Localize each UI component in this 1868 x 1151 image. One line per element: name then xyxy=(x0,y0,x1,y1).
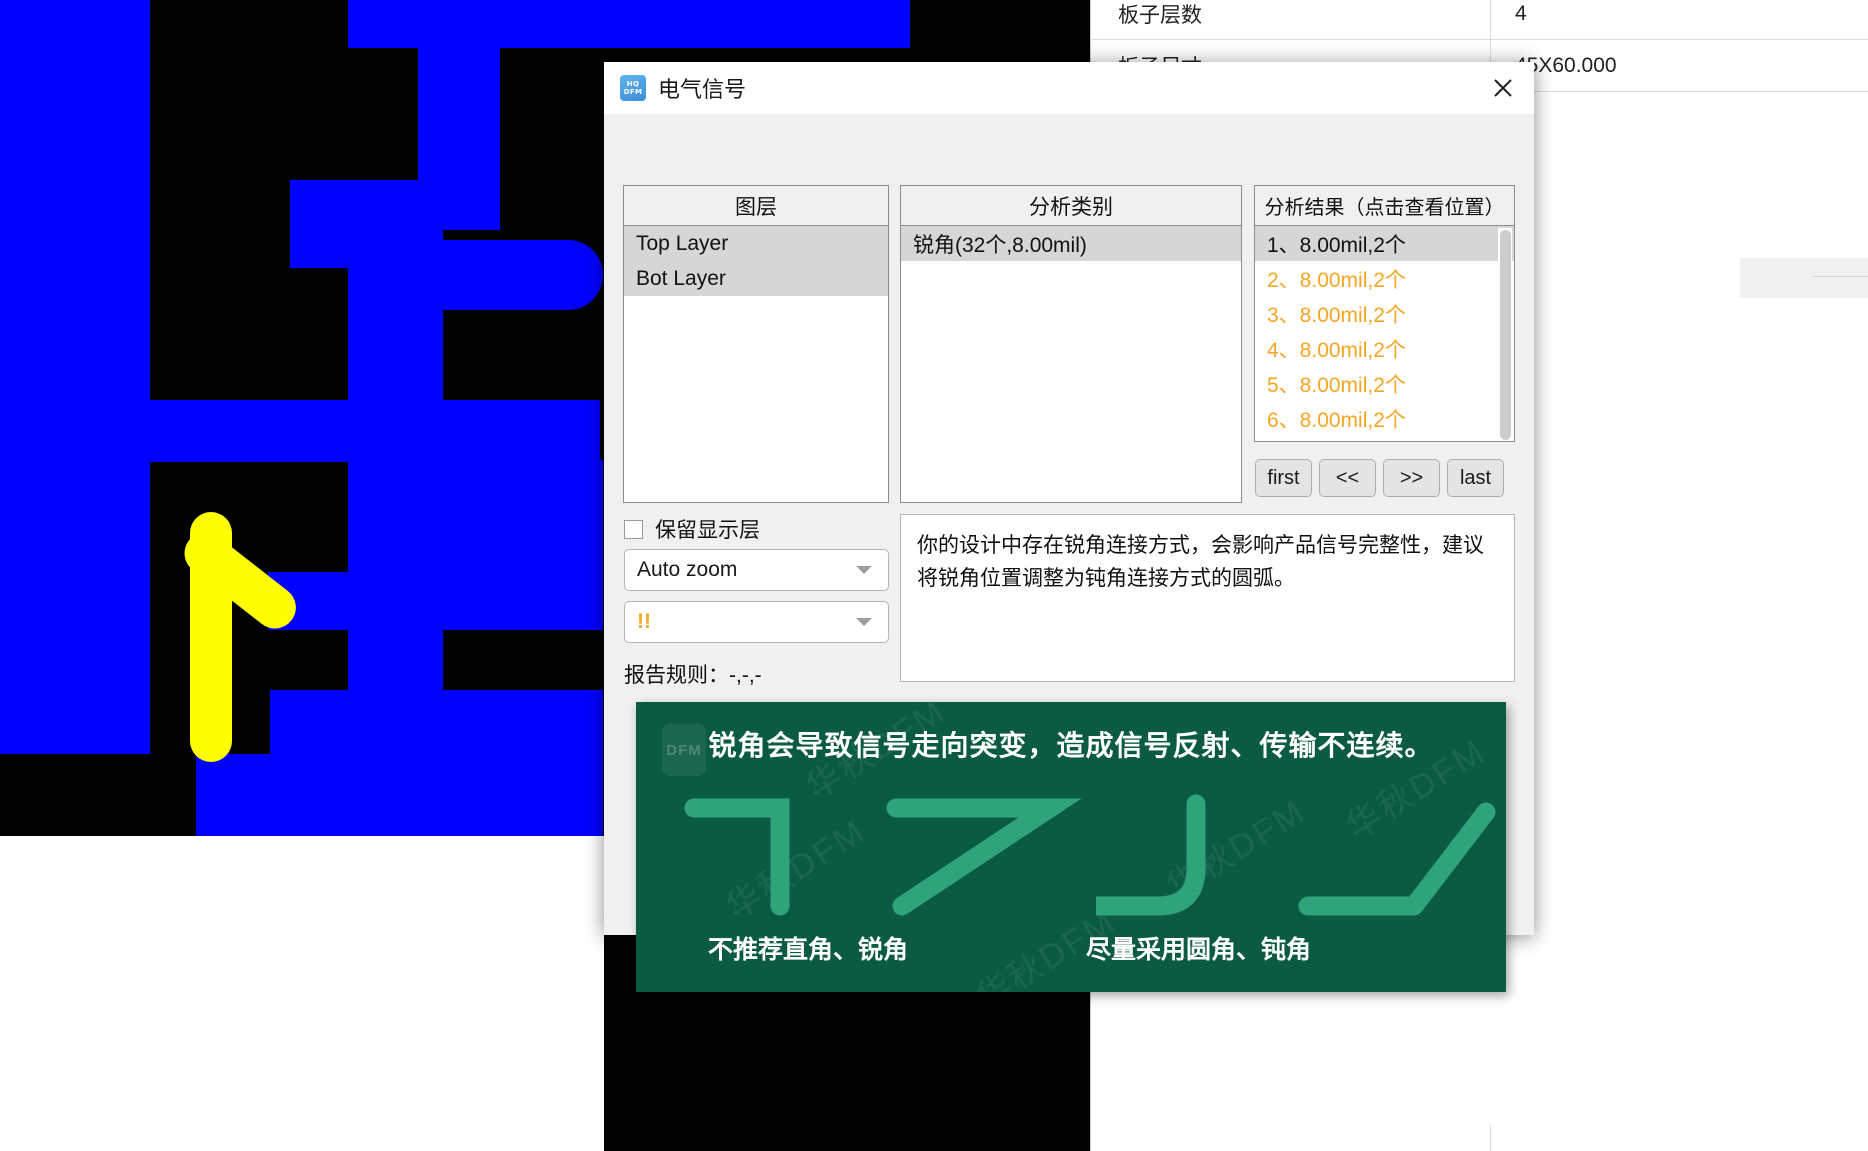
pcb-trace xyxy=(270,690,603,754)
results-scrollbar-thumb[interactable] xyxy=(1500,230,1511,440)
close-icon[interactable] xyxy=(1482,68,1524,108)
electrical-signal-dialog: HQ DFM 电气信号 图层 Top Layer Bot Layer 分析类别 … xyxy=(604,62,1534,992)
hqdfm-app-icon: HQ DFM xyxy=(620,75,646,101)
list-item[interactable]: 1、8.00mil,2个 xyxy=(1255,226,1514,261)
layer-list-items[interactable]: Top Layer Bot Layer xyxy=(624,226,888,502)
description-box[interactable]: 你的设计中存在锐角连接方式，会影响产品信号完整性，建议将锐角位置调整为钝角连接方… xyxy=(900,514,1515,682)
pcb-trace xyxy=(0,54,150,754)
list-item[interactable]: Top Layer xyxy=(624,226,888,261)
analysis-results-listbox[interactable]: 分析结果（点击查看位置） 1、8.00mil,2个 2、8.00mil,2个 3… xyxy=(1254,185,1515,442)
last-button[interactable]: last xyxy=(1447,459,1504,497)
keep-display-layer-checkbox[interactable] xyxy=(624,519,643,539)
report-scroll-gutter[interactable] xyxy=(1740,258,1868,298)
pcb-trace xyxy=(290,180,440,268)
report-rule-label: 报告规则：-,-,- xyxy=(624,664,762,687)
list-item[interactable]: 2、8.00mil,2个 xyxy=(1255,261,1514,296)
dialog-titlebar[interactable]: HQ DFM 电气信号 xyxy=(604,62,1534,114)
description-text: 你的设计中存在锐角连接方式，会影响产品信号完整性，建议将锐角位置调整为钝角连接方… xyxy=(917,534,1484,590)
banner-caption-right: 尽量采用圆角、钝角 xyxy=(1086,936,1312,964)
pcb-trace xyxy=(150,400,600,462)
next-button[interactable]: >> xyxy=(1383,459,1440,497)
zoom-mode-value: Auto zoom xyxy=(637,558,738,581)
chevron-down-icon xyxy=(856,618,872,626)
results-navigation: first << >> last xyxy=(1255,459,1504,497)
table-row[interactable] xyxy=(1090,1125,1868,1151)
right-angle-diagram xyxy=(680,790,880,920)
list-item[interactable]: 锐角(32个,8.00mil) xyxy=(901,226,1241,261)
prev-button[interactable]: << xyxy=(1319,459,1376,497)
analysis-category-list-header: 分析类别 xyxy=(901,186,1241,226)
pcb-trace xyxy=(0,0,150,54)
dialog-title: 电气信号 xyxy=(658,77,747,102)
list-item[interactable]: 5、8.00mil,2个 xyxy=(1255,366,1514,401)
tip-banner: 华秋DFM 华秋DFM 华秋DFM 华秋DFM 华秋DFM DFM 锐角会导致信… xyxy=(636,702,1506,992)
pcb-trace xyxy=(268,572,603,630)
dialog-body: 图层 Top Layer Bot Layer 分析类别 锐角(32个,8.00m… xyxy=(604,114,1534,992)
pcb-trace xyxy=(430,460,603,590)
analysis-category-listbox[interactable]: 分析类别 锐角(32个,8.00mil) xyxy=(900,185,1242,503)
banner-caption-left: 不推荐直角、锐角 xyxy=(708,936,909,964)
zoom-mode-select[interactable]: Auto zoom xyxy=(624,549,889,591)
first-button[interactable]: first xyxy=(1255,459,1312,497)
report-divider-line xyxy=(1812,276,1868,277)
banner-title: 锐角会导致信号走向突变，造成信号反射、传输不连续。 xyxy=(708,730,1434,761)
table-cell-value: 45X60.000 xyxy=(1515,53,1617,77)
table-cell-key: 板子层数 xyxy=(1118,3,1202,27)
chevron-down-icon xyxy=(856,566,872,574)
acute-angle-diagram xyxy=(882,790,1092,920)
table-cell-divider xyxy=(1490,1125,1491,1151)
pcb-trace xyxy=(600,0,910,48)
analysis-category-list-items[interactable]: 锐角(32个,8.00mil) xyxy=(901,226,1241,502)
list-item[interactable]: 4、8.00mil,2个 xyxy=(1255,331,1514,366)
canvas-divider xyxy=(0,836,604,846)
list-item[interactable]: Bot Layer xyxy=(624,261,888,296)
list-item[interactable]: 3、8.00mil,2个 xyxy=(1255,296,1514,331)
layer-listbox[interactable]: 图层 Top Layer Bot Layer xyxy=(623,185,889,503)
severity-value: !! xyxy=(637,610,651,633)
analysis-results-list-items[interactable]: 1、8.00mil,2个 2、8.00mil,2个 3、8.00mil,2个 4… xyxy=(1255,226,1514,441)
keep-display-layer-row[interactable]: 保留显示层 xyxy=(624,514,760,544)
table-cell-value: 4 xyxy=(1515,1,1527,25)
pcb-trace xyxy=(196,754,603,836)
canvas-lower-area xyxy=(0,846,604,1151)
results-scrollbar[interactable] xyxy=(1498,228,1512,440)
analysis-results-list-header: 分析结果（点击查看位置） xyxy=(1255,186,1514,226)
screen-root: 板子层数 4 板子尺寸 45X60.000 HQDFM 电气信号 xyxy=(0,0,1868,1151)
rounded-corner-diagram xyxy=(1096,790,1296,920)
keep-display-layer-label: 保留显示层 xyxy=(655,519,760,542)
layer-list-header: 图层 xyxy=(624,186,888,226)
table-row[interactable]: 板子层数 4 xyxy=(1090,0,1868,40)
obtuse-angle-diagram xyxy=(1296,790,1506,920)
list-item[interactable]: 6、8.00mil,2个 xyxy=(1255,401,1514,436)
severity-select[interactable]: !! xyxy=(624,601,889,643)
